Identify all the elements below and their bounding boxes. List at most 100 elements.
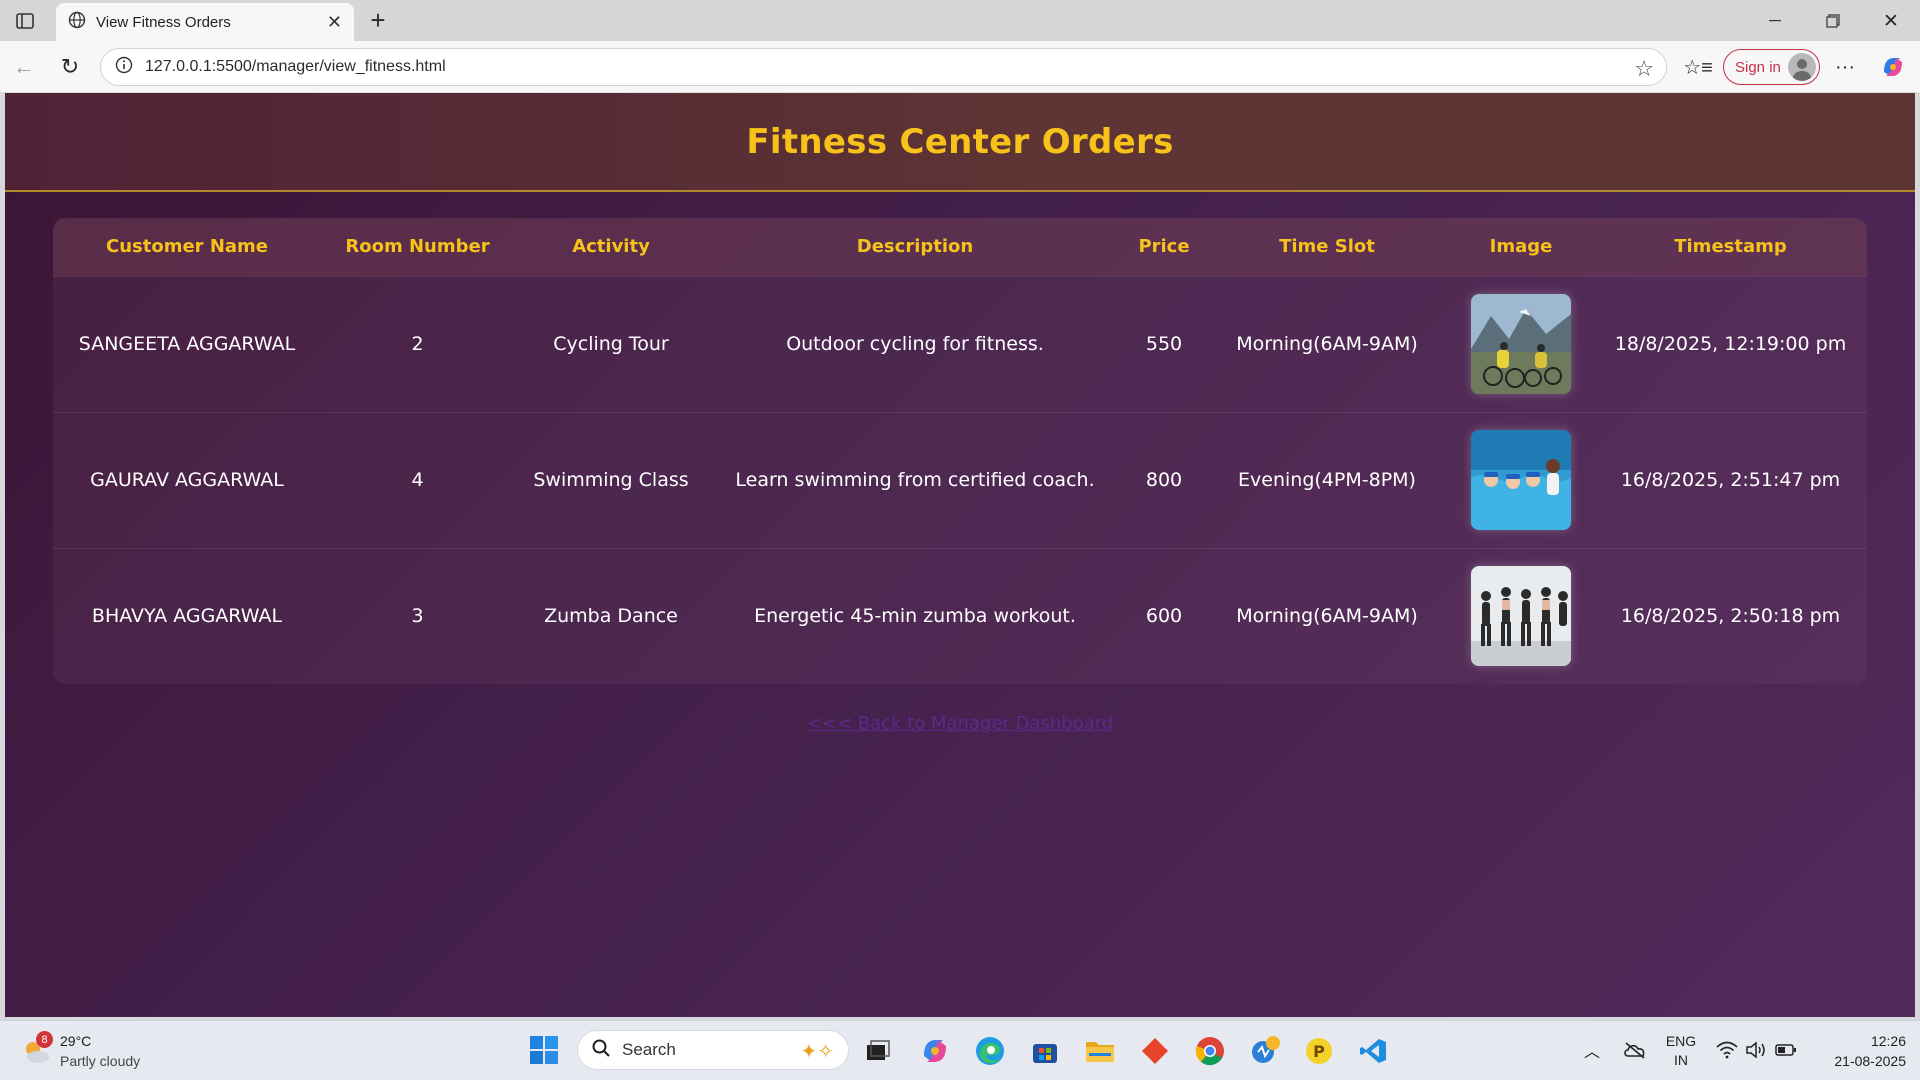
- weather-icon: 8: [20, 1031, 53, 1067]
- sign-in-label: Sign in: [1735, 58, 1781, 76]
- address-bar: ← ↻ 127.0.0.1:5500/manager/view_fitness.…: [0, 41, 1920, 93]
- browser-tab[interactable]: View Fitness Orders ✕: [56, 3, 354, 41]
- svg-text:P: P: [1313, 1042, 1325, 1061]
- volume-icon[interactable]: [1743, 1037, 1769, 1063]
- back-to-dashboard-link[interactable]: <<< Back to Manager Dashboard: [807, 713, 1113, 734]
- clock-date: 21-08-2025: [1834, 1053, 1906, 1069]
- start-icon[interactable]: [527, 1033, 561, 1067]
- cycling-image: [1471, 294, 1571, 394]
- tab-strip: View Fitness Orders ✕ + ✕: [0, 0, 1920, 41]
- timestamp-cell: 16/8/2025, 2:50:18 pm: [1620, 605, 1841, 628]
- column-header: Image: [1489, 236, 1553, 258]
- weather-text: Partly cloudy: [60, 1053, 141, 1069]
- image-cell: [1448, 276, 1594, 412]
- page-header: Fitness Center Orders: [5, 93, 1915, 192]
- sidebar-toggle-icon[interactable]: [14, 10, 36, 32]
- file-explorer-icon[interactable]: [1083, 1034, 1117, 1068]
- column-header: Time Slot: [1279, 236, 1375, 258]
- tab-title: View Fitness Orders: [96, 13, 231, 31]
- customer-name-cell: BHAVYA AGGARWAL: [91, 605, 283, 628]
- orders-table-card: Customer Name Room Number Activity Descr…: [53, 218, 1867, 684]
- activity-cell: Swimming Class: [533, 469, 689, 491]
- column-header: Price: [1138, 236, 1190, 258]
- globe-icon: [68, 11, 86, 34]
- image-cell: [1448, 548, 1594, 684]
- weather-badge: 8: [36, 1031, 53, 1048]
- back-icon[interactable]: ←: [10, 53, 38, 81]
- copilot-app-icon[interactable]: [918, 1034, 952, 1068]
- description-cell: Outdoor cycling for fitness.: [786, 333, 1044, 355]
- task-view-icon[interactable]: [862, 1035, 894, 1067]
- python-app-icon[interactable]: [1247, 1032, 1283, 1068]
- column-header: Description: [856, 236, 974, 258]
- search-placeholder: Search: [622, 1040, 676, 1059]
- orders-table: Customer Name Room Number Activity Descr…: [53, 218, 1867, 684]
- windows-taskbar: 8 29°C Partly cloudy Search ✦✧ P ︿ ENG I…: [0, 1020, 1920, 1080]
- url-text: 127.0.0.1:5500/manager/view_fitness.html: [145, 58, 446, 75]
- pdf-reader-icon[interactable]: P: [1302, 1034, 1336, 1068]
- table-header-row: Customer Name Room Number Activity Descr…: [53, 218, 1867, 276]
- column-header: Customer Name: [106, 236, 268, 258]
- timestamp-cell: 16/8/2025, 2:51:47 pm: [1620, 469, 1841, 491]
- copilot-icon[interactable]: [1878, 52, 1908, 82]
- page-viewport: Fitness Center Orders Customer Name Room…: [5, 93, 1915, 1017]
- swimming-image: [1471, 430, 1571, 530]
- description-cell: Energetic 45-min zumba workout.: [754, 605, 1076, 628]
- time-slot-cell: Morning(6AM-9AM): [1236, 333, 1418, 355]
- back-link-container: <<< Back to Manager Dashboard: [5, 713, 1915, 734]
- temperature-text: 29°C: [60, 1033, 92, 1049]
- chrome-icon[interactable]: [1192, 1033, 1228, 1069]
- wifi-icon[interactable]: [1714, 1037, 1740, 1063]
- time-slot-cell: Morning(6AM-9AM): [1236, 605, 1418, 628]
- room-number-cell: 4: [411, 469, 424, 491]
- favorite-star-icon[interactable]: ☆: [1634, 56, 1654, 82]
- customer-name-cell: GAURAV AGGARWAL: [90, 469, 284, 491]
- price-cell: 800: [1145, 469, 1183, 491]
- onedrive-icon[interactable]: [1620, 1035, 1650, 1065]
- timestamp-cell: 18/8/2025, 12:19:00 pm: [1614, 333, 1847, 355]
- customer-name-cell: SANGEETA AGGARWAL: [78, 333, 296, 355]
- time-slot-cell: Evening(4PM-8PM): [1238, 469, 1416, 491]
- vscode-icon[interactable]: [1356, 1034, 1390, 1068]
- battery-icon[interactable]: [1773, 1037, 1799, 1063]
- room-number-cell: 2: [411, 333, 424, 355]
- sign-in-button[interactable]: Sign in: [1723, 49, 1820, 85]
- activity-cell: Cycling Tour: [553, 333, 669, 355]
- favorites-icon[interactable]: ☆≡: [1683, 53, 1713, 81]
- table-row: BHAVYA AGGARWAL 3 Zumba Dance Energetic …: [53, 548, 1867, 684]
- weather-widget[interactable]: 8 29°C Partly cloudy: [20, 1029, 170, 1073]
- language-indicator[interactable]: ENG IN: [1660, 1030, 1702, 1072]
- restore-icon[interactable]: [1818, 6, 1848, 36]
- url-field[interactable]: 127.0.0.1:5500/manager/view_fitness.html…: [100, 48, 1667, 86]
- region-code: IN: [1674, 1052, 1688, 1068]
- description-cell: Learn swimming from certified coach.: [735, 469, 1095, 491]
- git-app-icon[interactable]: [1138, 1034, 1172, 1068]
- table-row: GAURAV AGGARWAL 4 Swimming Class Learn s…: [53, 412, 1867, 548]
- clock[interactable]: 12:26 21-08-2025: [1810, 1030, 1906, 1072]
- site-info-icon[interactable]: [115, 56, 133, 79]
- image-cell: [1448, 412, 1594, 548]
- activity-cell: Zumba Dance: [544, 605, 678, 628]
- column-header: Room Number: [345, 236, 490, 258]
- room-number-cell: 3: [411, 605, 424, 628]
- profile-avatar-icon: [1788, 53, 1816, 81]
- table-row: SANGEETA AGGARWAL 2 Cycling Tour Outdoor…: [53, 276, 1867, 412]
- edge-icon[interactable]: [972, 1033, 1008, 1069]
- new-tab-icon[interactable]: +: [364, 5, 392, 35]
- show-hidden-icons[interactable]: ︿: [1580, 1037, 1604, 1063]
- taskbar-search[interactable]: Search ✦✧: [577, 1030, 849, 1070]
- minimize-icon[interactable]: [1760, 6, 1790, 36]
- column-header: Timestamp: [1674, 236, 1787, 258]
- microsoft-store-icon[interactable]: [1028, 1034, 1062, 1068]
- close-window-icon[interactable]: ✕: [1876, 6, 1906, 36]
- clock-time: 12:26: [1870, 1033, 1906, 1049]
- more-menu-icon[interactable]: ···: [1830, 53, 1860, 81]
- reload-icon[interactable]: ↻: [56, 53, 84, 81]
- close-tab-icon[interactable]: ✕: [327, 12, 342, 33]
- column-header: Activity: [572, 236, 650, 258]
- language-code: ENG: [1665, 1033, 1697, 1049]
- zumba-image: [1471, 566, 1571, 667]
- sparkle-icon: ✦✧: [800, 1041, 834, 1063]
- price-cell: 550: [1145, 333, 1183, 355]
- page-title: Fitness Center Orders: [746, 121, 1174, 162]
